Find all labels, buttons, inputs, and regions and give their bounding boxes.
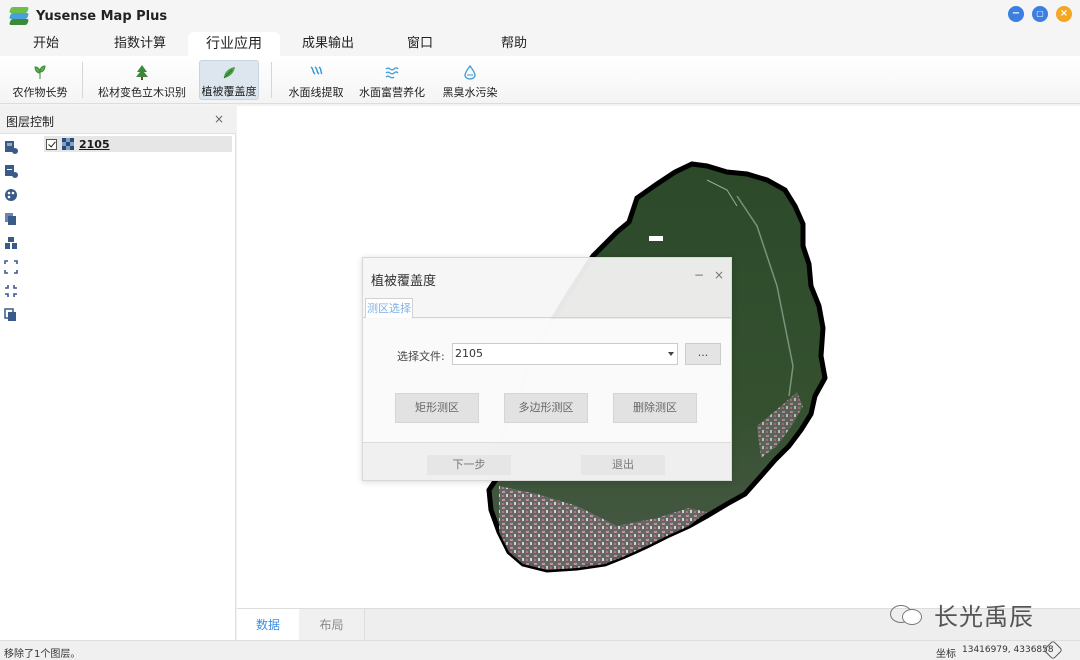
menu-bar: 开始 指数计算 行业应用 成果输出 窗口 帮助 [0, 32, 1080, 56]
rectangle-area-button[interactable]: 矩形测区 [395, 393, 479, 423]
polygon-area-button[interactable]: 多边形测区 [504, 393, 588, 423]
black-water-button[interactable]: 黑臭水污染 [440, 60, 500, 100]
file-select-label: 选择文件: [397, 350, 445, 363]
dialog-tab-row: 测区选择 [363, 296, 731, 318]
tab-industry-app[interactable]: 行业应用 [188, 32, 280, 56]
dialog-body: 选择文件: 2105 ... 矩形测区 多边形测区 删除测区 [363, 319, 731, 442]
vegetation-cover-icon [221, 63, 237, 81]
watermark: 长光禹辰 [890, 596, 1034, 632]
minimize-button[interactable]: − [1008, 6, 1024, 22]
maximize-button[interactable]: ▢ [1032, 6, 1048, 22]
water-line-icon [308, 62, 324, 82]
pine-detection-button[interactable]: 松材变色立木识别 [96, 60, 188, 100]
layer-name: 2105 [79, 137, 110, 151]
coordinate-value: 13416979, 4336858 [962, 645, 1054, 655]
pine-tree-icon [134, 62, 150, 82]
layer-item-2105[interactable]: 2105 [44, 136, 232, 152]
projection-icon[interactable] [1043, 640, 1063, 660]
close-icon[interactable]: × [214, 112, 224, 126]
file-select-dropdown[interactable]: 2105 [452, 343, 678, 365]
zoom-fit-icon[interactable] [4, 284, 18, 298]
layer-panel-title: 图层控制 [6, 115, 55, 129]
tab-help[interactable]: 帮助 [490, 32, 538, 56]
water-line-button[interactable]: 水面线提取 [284, 60, 348, 100]
layer-visibility-checkbox[interactable] [46, 138, 57, 150]
add-vector-icon[interactable] [4, 164, 18, 178]
dialog-titlebar[interactable]: 植被覆盖度 − × [363, 258, 731, 296]
ribbon-divider [271, 62, 272, 98]
delete-area-button[interactable]: 删除测区 [613, 393, 697, 423]
eutrophication-icon [384, 62, 400, 82]
zoom-extent-icon[interactable] [4, 260, 18, 274]
raster-layer-icon [62, 138, 74, 150]
ribbon-divider [82, 62, 83, 98]
status-bar: 移除了1个图层。 坐标 13416979, 4336858 [0, 640, 1080, 660]
file-select-value: 2105 [455, 347, 483, 360]
tab-index-calc[interactable]: 指数计算 [104, 32, 176, 56]
add-raster-icon[interactable] [4, 140, 18, 154]
tab-area-select[interactable]: 测区选择 [365, 298, 413, 318]
vegetation-cover-dialog: 植被覆盖度 − × 测区选择 选择文件: 2105 ... 矩形测区 多边形测区… [362, 257, 732, 481]
window-controls: − ▢ × [1008, 6, 1072, 22]
app-title: Yusense Map Plus [36, 8, 168, 24]
watermark-text: 长光禹辰 [934, 602, 1034, 631]
eutrophication-button[interactable]: 水面富营养化 [358, 60, 426, 100]
tab-start[interactable]: 开始 [20, 32, 72, 56]
tab-window[interactable]: 窗口 [396, 32, 444, 56]
wechat-icon [890, 601, 924, 627]
close-icon[interactable]: × [714, 268, 724, 282]
minimize-icon[interactable]: − [694, 268, 704, 282]
vegetation-cover-button[interactable]: 植被覆盖度 [199, 60, 259, 100]
dialog-footer: 下一步 退出 [363, 442, 731, 480]
exit-button[interactable]: 退出 [581, 455, 665, 475]
layer-stack-icon[interactable] [4, 236, 18, 250]
coordinate-label: 坐标 [936, 649, 956, 660]
copy-layer-icon[interactable] [4, 212, 18, 226]
app-logo-icon [8, 5, 30, 27]
title-bar: Yusense Map Plus − ▢ × [0, 0, 1080, 32]
black-water-icon [462, 62, 478, 82]
crop-growth-button[interactable]: 农作物长势 [8, 60, 72, 100]
palette-icon[interactable] [4, 188, 18, 202]
duplicate-icon[interactable] [4, 308, 18, 322]
dialog-title: 植被覆盖度 [371, 274, 437, 289]
crop-growth-icon [32, 62, 48, 82]
layer-panel-header: 图层控制 × [0, 106, 236, 134]
chevron-down-icon [668, 352, 674, 356]
tab-output[interactable]: 成果输出 [294, 32, 362, 56]
tab-layout[interactable]: 布局 [299, 609, 365, 641]
layer-tool-strip [0, 134, 24, 640]
next-step-button[interactable]: 下一步 [427, 455, 511, 475]
ribbon-toolbar: 农作物长势 松材变色立木识别 植被覆盖度 水面线提取 水面富营养化 黑臭水污染 [0, 56, 1080, 104]
layer-panel: 图层控制 × 2105 [0, 106, 236, 640]
close-button[interactable]: × [1056, 6, 1072, 22]
status-message: 移除了1个图层。 [4, 649, 81, 660]
browse-button[interactable]: ... [685, 343, 721, 365]
tab-data[interactable]: 数据 [237, 609, 299, 641]
